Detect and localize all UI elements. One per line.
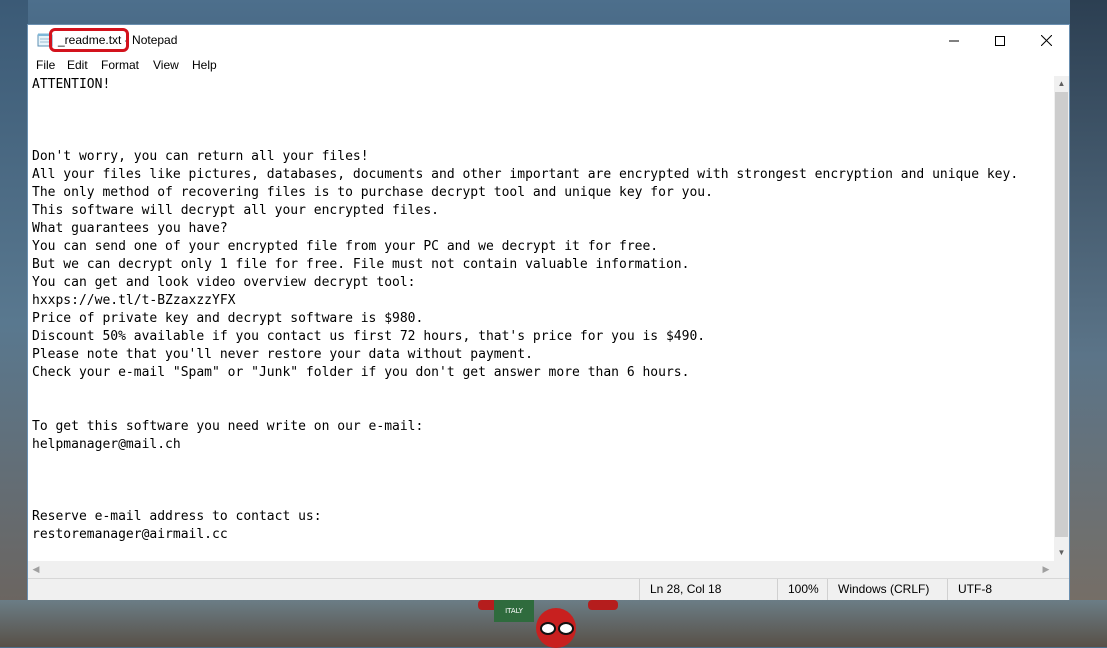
filename-highlight-annotation [49,28,129,52]
text-line: What guarantees you have? [32,221,228,236]
vertical-scrollbar[interactable]: ▲ ▼ [1054,76,1069,561]
close-button[interactable] [1023,25,1069,56]
menu-edit[interactable]: Edit [67,58,88,72]
wallpaper-mask [536,608,576,648]
status-line-ending: Windows (CRLF) [827,579,948,600]
wallpaper-arm-right [588,600,618,610]
text-line: Don't worry, you can return all your fil… [32,149,369,164]
scrollbar-corner [1054,561,1069,578]
text-line: Please note that you'll never restore yo… [32,347,533,362]
wallpaper-figure: ITALY [478,600,628,648]
maximize-button[interactable] [977,25,1023,56]
text-line: helpmanager@mail.ch [32,437,181,452]
text-line: All your files like pictures, databases,… [32,167,1019,182]
status-bar: Ln 28, Col 18 100% Windows (CRLF) UTF-8 [28,578,1069,600]
text-line: Check your e-mail "Spam" or "Junk" folde… [32,365,690,380]
menu-format[interactable]: Format [101,58,139,72]
desktop-background-left [0,0,28,647]
close-icon [1040,35,1052,46]
menu-help[interactable]: Help [192,58,217,72]
text-line: Price of private key and decrypt softwar… [32,311,424,326]
horizontal-scrollbar[interactable]: ◀ ▶ [28,561,1054,578]
vertical-scroll-thumb[interactable] [1055,92,1068,537]
wallpaper-mask-eye-right [558,622,574,635]
scroll-down-arrow-icon[interactable]: ▼ [1054,545,1069,561]
minimize-button[interactable] [931,25,977,56]
text-line: You can get and look video overview decr… [32,275,416,290]
text-line: ATTENTION! [32,77,111,92]
scroll-left-arrow-icon[interactable]: ◀ [28,561,44,578]
text-editor[interactable]: ATTENTION! Don't worry, you can return a… [28,76,1054,561]
menu-bar: File Edit Format View Help [28,56,1069,76]
desktop-background-right [1070,0,1107,647]
maximize-icon [995,35,1005,46]
status-encoding: UTF-8 [947,579,1069,600]
title-bar[interactable]: _readme.txt - Notepad [28,25,1069,56]
text-line: restoremanager@airmail.cc [32,527,228,542]
menu-view[interactable]: View [153,58,179,72]
wallpaper-poster-sign: ITALY [494,600,534,622]
wallpaper-mask-eye-left [540,622,556,635]
text-line: You can send one of your encrypted file … [32,239,659,254]
scroll-right-arrow-icon[interactable]: ▶ [1038,561,1054,578]
text-line: But we can decrypt only 1 file for free.… [32,257,690,272]
minimize-icon [949,40,959,41]
status-zoom: 100% [777,579,827,600]
text-line: Reserve e-mail address to contact us: [32,509,322,524]
text-line: The only method of recovering files is t… [32,185,713,200]
scroll-up-arrow-icon[interactable]: ▲ [1054,76,1069,92]
status-cursor-position: Ln 28, Col 18 [639,579,789,600]
notepad-window: _readme.txt - Notepad File Edit Format V… [27,24,1070,600]
text-line: Discount 50% available if you contact us… [32,329,706,344]
text-line: To get this software you need write on o… [32,419,424,434]
text-line: This software will decrypt all your encr… [32,203,439,218]
text-line: hxxps://we.tl/t-BZzaxzzYFX [32,293,236,308]
menu-file[interactable]: File [36,58,55,72]
